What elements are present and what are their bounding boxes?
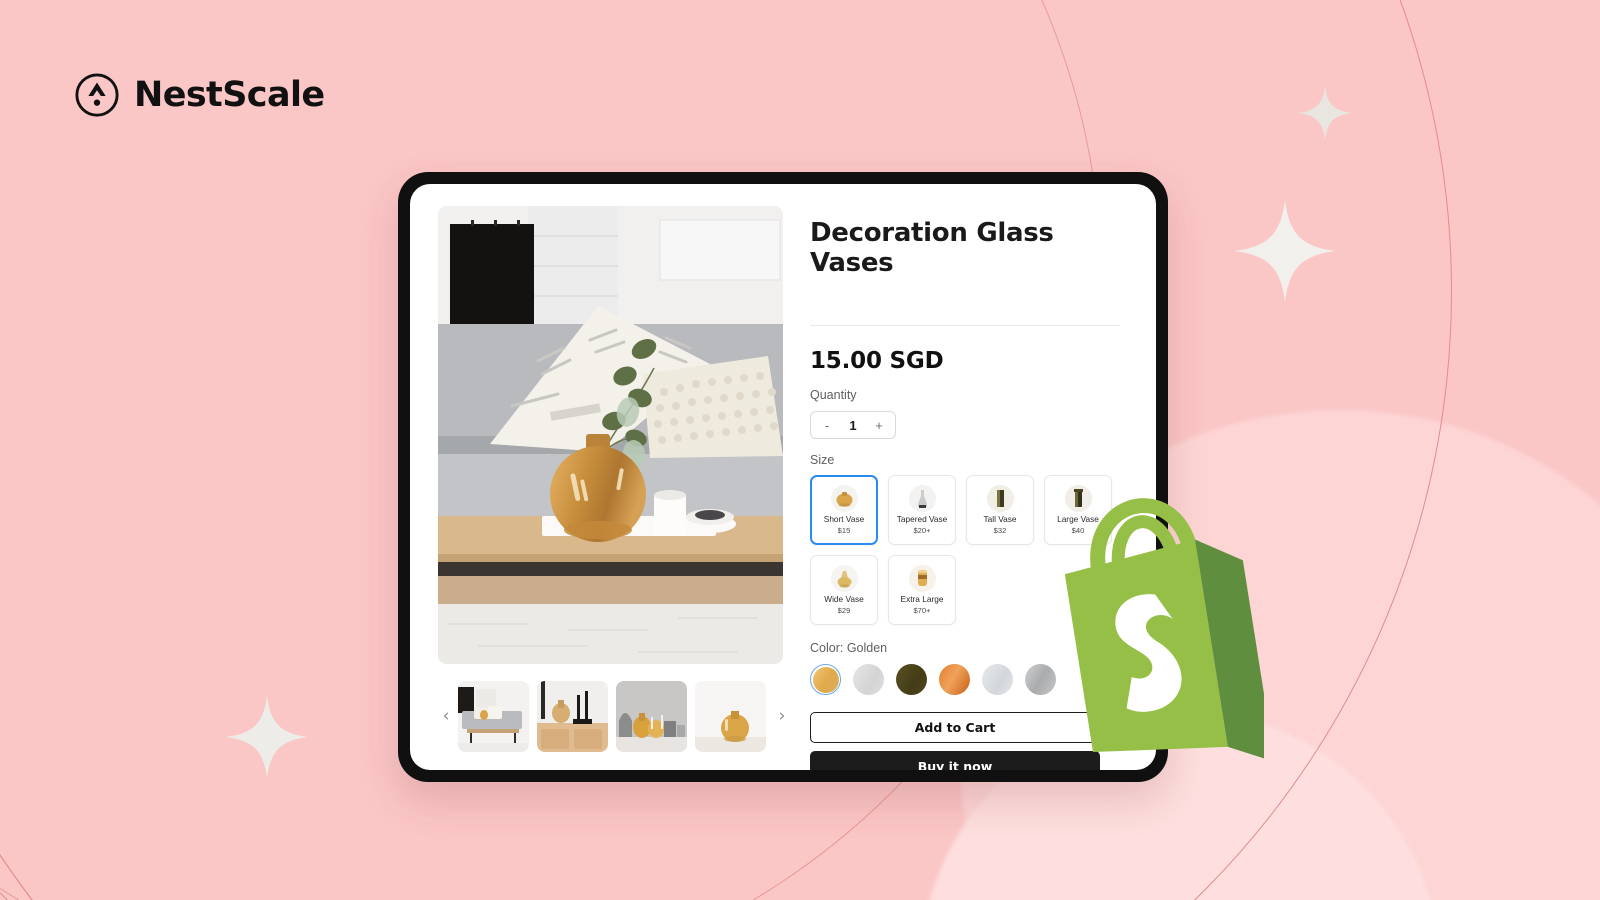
size-option-name: Extra Large — [900, 594, 944, 605]
size-label: Size — [810, 453, 835, 467]
sparkle-bottom-left-icon — [224, 694, 310, 785]
size-option-name: Wide Vase — [824, 594, 864, 605]
size-option-price: $32 — [993, 525, 1007, 535]
color-swatch-amber-orange[interactable] — [939, 664, 970, 695]
add-to-cart-button[interactable]: Add to Cart — [810, 712, 1100, 743]
size-option-extra-large[interactable]: Extra Large $70+ — [888, 555, 956, 625]
size-option-price: $70+ — [913, 605, 931, 615]
tapered-vase-thumb — [908, 485, 936, 513]
color-swatch-steel-grey[interactable] — [1025, 664, 1056, 695]
size-option-wide-vase[interactable]: Wide Vase $29 — [810, 555, 878, 625]
size-option-name: Short Vase — [823, 514, 865, 525]
size-option-name: Large Vase — [1057, 514, 1099, 525]
color-swatch-light-grey[interactable] — [853, 664, 884, 695]
thumbnail-list — [458, 681, 770, 752]
size-option-name: Tapered Vase — [896, 514, 948, 525]
size-option-name: Tall Vase — [983, 514, 1017, 525]
quantity-decrement-button[interactable]: - — [815, 412, 839, 438]
page-root: NestScale ‹ › Decoration Glass Vases 15.… — [0, 0, 1600, 900]
nestscale-flame-circle-icon — [74, 72, 120, 118]
color-swatch-dot — [853, 664, 884, 695]
size-option-grid: Short Vase $15 Tapered Vase $20+ Tall Vase $3… — [810, 475, 1120, 625]
color-swatch-pale-silver[interactable] — [982, 664, 1013, 695]
brand-logo: NestScale — [74, 72, 325, 118]
size-option-price: $40 — [1071, 525, 1085, 535]
color-swatch-dot — [939, 664, 970, 695]
size-option-tapered-vase[interactable]: Tapered Vase $20+ — [888, 475, 956, 545]
color-label: Color: Golden — [810, 641, 888, 655]
tablet-screen: ‹ › Decoration Glass Vases 15.00 SGD Qua… — [410, 184, 1156, 770]
tablet-device-frame: ‹ › Decoration Glass Vases 15.00 SGD Qua… — [398, 172, 1168, 782]
sparkle-top-right-small-icon — [1297, 85, 1353, 146]
size-option-short-vase[interactable]: Short Vase $15 — [810, 475, 878, 545]
quantity-increment-button[interactable]: + — [867, 412, 891, 438]
wide-vase-thumb — [830, 565, 858, 593]
product-price: 15.00 SGD — [810, 348, 944, 374]
buy-it-now-button[interactable]: Buy it now — [810, 751, 1100, 770]
size-option-price: $20+ — [913, 525, 931, 535]
product-title: Decoration Glass Vases — [810, 218, 1054, 278]
size-option-tall-vase[interactable]: Tall Vase $32 — [966, 475, 1034, 545]
color-swatch-olive-brown[interactable] — [896, 664, 927, 695]
thumbnail-item-2[interactable] — [537, 681, 608, 752]
color-swatch-dot — [812, 666, 839, 693]
quantity-label: Quantity — [810, 388, 857, 402]
size-option-price: $29 — [837, 605, 851, 615]
color-swatch-dot — [1025, 664, 1056, 695]
size-option-price: $15 — [837, 525, 851, 535]
tall-vase-thumb — [986, 485, 1014, 513]
product-details-panel: Decoration Glass Vases 15.00 SGD Quantit… — [782, 184, 1156, 770]
sparkle-right-large-icon — [1232, 198, 1338, 309]
color-swatch-list — [810, 664, 1120, 695]
color-swatch-golden[interactable] — [810, 664, 841, 695]
size-option-large-vase[interactable]: Large Vase $40 — [1044, 475, 1112, 545]
color-swatch-dot — [896, 664, 927, 695]
thumbnail-carousel: ‹ › — [438, 681, 790, 752]
product-gallery: ‹ › — [410, 184, 785, 770]
product-actions: Add to Cart Buy it now — [810, 712, 1120, 770]
color-swatch-dot — [982, 664, 1013, 695]
quantity-stepper[interactable]: - 1 + — [810, 411, 896, 439]
carousel-next-button[interactable]: › — [774, 708, 790, 725]
title-divider — [810, 325, 1120, 326]
extra-large-vase-thumb — [908, 565, 936, 593]
quantity-value: 1 — [849, 417, 857, 433]
thumbnail-item-3[interactable] — [616, 681, 687, 752]
carousel-prev-button[interactable]: ‹ — [438, 708, 454, 725]
short-vase-thumb — [830, 485, 858, 513]
thumbnail-item-4[interactable] — [695, 681, 766, 752]
thumbnail-item-1[interactable] — [458, 681, 529, 752]
large-vase-thumb — [1064, 485, 1092, 513]
hero-product-image[interactable] — [438, 206, 783, 664]
brand-name: NestScale — [134, 75, 325, 115]
